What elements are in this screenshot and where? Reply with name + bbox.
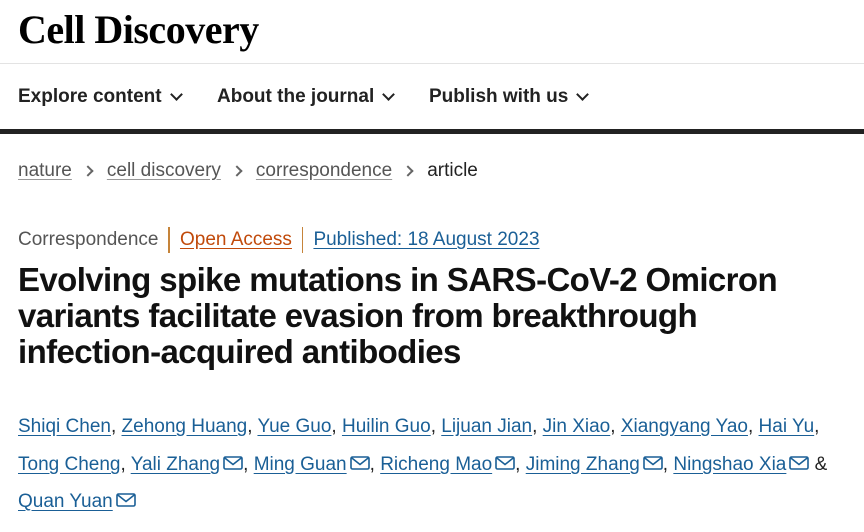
author-separator: , — [247, 416, 253, 437]
author-link[interactable]: Tong Cheng — [18, 454, 120, 475]
meta-divider — [168, 227, 170, 253]
published-date-link[interactable]: Published: 18 August 2023 — [313, 229, 539, 251]
author-list-line-2: Tong Cheng, Yali Zhang, Ming Guan, Riche… — [18, 454, 858, 476]
author-separator: , — [331, 416, 337, 437]
mail-icon[interactable] — [642, 456, 663, 470]
chevron-right-icon — [82, 165, 94, 177]
author-link[interactable]: Ming Guan — [254, 454, 347, 475]
meta-divider — [301, 227, 304, 253]
author-separator: , — [814, 416, 820, 437]
author-separator: , — [662, 454, 669, 475]
nav-about-journal[interactable]: About the journal — [217, 86, 396, 108]
author-separator: , — [243, 454, 249, 475]
chevron-right-icon — [402, 165, 414, 177]
chevron-down-icon — [576, 88, 590, 101]
chevron-down-icon — [382, 88, 396, 101]
chevron-down-icon — [169, 88, 183, 101]
author-separator: , — [369, 454, 375, 475]
breadcrumb: nature cell discovery correspondence art… — [18, 160, 478, 182]
mail-icon[interactable] — [495, 456, 515, 470]
author-link[interactable]: Quan Yuan — [18, 491, 113, 512]
author-link[interactable]: Richeng Mao — [380, 454, 492, 475]
article-title: Evolving spike mutations in SARS-CoV-2 O… — [18, 262, 848, 370]
author-separator: , — [747, 416, 754, 437]
nav-label: Explore content — [18, 86, 162, 107]
chevron-right-icon — [231, 165, 243, 177]
nav-explore-content[interactable]: Explore content — [18, 86, 183, 108]
author-link[interactable]: Yue Guo — [257, 416, 331, 437]
author-link[interactable]: Huilin Guo — [342, 416, 431, 437]
author-link[interactable]: Jin Xiao — [543, 416, 611, 437]
nav-publish-with-us[interactable]: Publish with us — [429, 86, 590, 108]
author-link[interactable]: Shiqi Chen — [18, 416, 111, 437]
site-header: Cell Discovery — [0, 0, 864, 64]
article-meta: Correspondence Open Access Published: 18… — [18, 227, 540, 253]
mail-icon[interactable] — [789, 456, 810, 470]
author-link[interactable]: Xiangyang Yao — [621, 416, 748, 437]
title-line: infection-acquired antibodies — [18, 333, 461, 370]
author-separator: , — [430, 416, 436, 437]
breadcrumb-current: article — [427, 160, 478, 181]
author-separator: , — [532, 416, 538, 437]
nav-label: Publish with us — [429, 86, 569, 107]
breadcrumb-nature[interactable]: nature — [18, 160, 72, 182]
journal-logo[interactable]: Cell Discovery — [18, 6, 259, 53]
author-link[interactable]: Yali Zhang — [131, 454, 220, 475]
author-link[interactable]: Zehong Huang — [122, 416, 248, 437]
mail-icon[interactable] — [115, 493, 136, 507]
title-line: variants facilitate evasion from breakth… — [18, 297, 698, 334]
author-separator: , — [515, 454, 521, 475]
mail-icon[interactable] — [223, 456, 243, 470]
author-link[interactable]: Ningshao Xia — [673, 454, 786, 475]
article-type: Correspondence — [18, 229, 159, 250]
mail-icon[interactable] — [349, 456, 370, 470]
author-ampersand: & — [814, 454, 828, 475]
author-separator: , — [610, 416, 616, 437]
author-link[interactable]: Lijuan Jian — [441, 416, 532, 437]
breadcrumb-cell-discovery[interactable]: cell discovery — [107, 160, 221, 182]
open-access-link[interactable]: Open Access — [180, 229, 292, 251]
nav-divider — [0, 129, 864, 134]
breadcrumb-correspondence[interactable]: correspondence — [256, 160, 392, 182]
author-link[interactable]: Jiming Zhang — [526, 454, 640, 475]
author-list-line-1: Shiqi Chen, Zehong Huang, Yue Guo, Huili… — [18, 416, 858, 438]
author-separator: , — [120, 454, 126, 475]
nav-label: About the journal — [217, 86, 375, 107]
author-separator: , — [110, 416, 117, 437]
author-link[interactable]: Hai Yu — [759, 416, 815, 437]
main-nav: Explore content About the journal Publis… — [0, 65, 864, 129]
author-list-line-3: Quan Yuan — [18, 491, 858, 513]
title-line: Evolving spike mutations in SARS-CoV-2 O… — [18, 261, 778, 298]
